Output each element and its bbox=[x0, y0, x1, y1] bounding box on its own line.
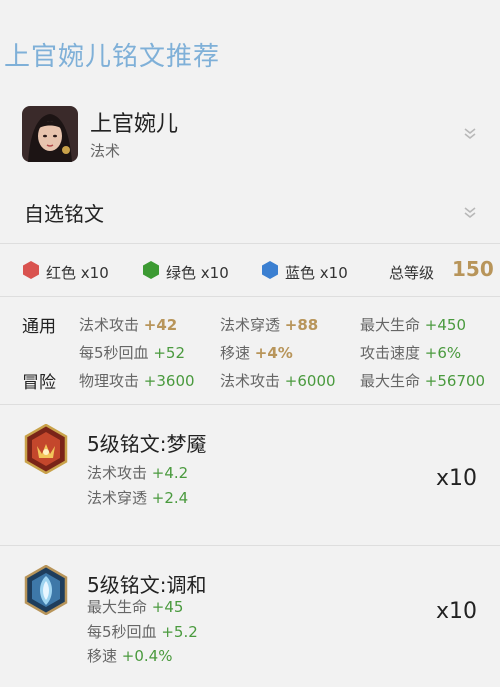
stat-name: 法术攻击 bbox=[220, 372, 281, 390]
color-name: 绿色 bbox=[166, 264, 197, 282]
stat-name: 每5秒回血 bbox=[79, 344, 149, 362]
stat-value: +450 bbox=[424, 316, 466, 334]
chevron-down-icon[interactable] bbox=[462, 204, 478, 220]
blue-hexagon-icon bbox=[262, 261, 278, 279]
color-count: x10 bbox=[200, 264, 229, 282]
attr-name: 法术穿透 bbox=[87, 489, 148, 507]
stat-name: 法术攻击 bbox=[79, 316, 140, 334]
divider bbox=[0, 545, 500, 546]
red-inscription-icon bbox=[24, 424, 68, 474]
inscription-attr: 法术攻击 +4.2 bbox=[87, 462, 188, 483]
stat-name: 移速 bbox=[220, 344, 251, 362]
stat-item: 最大生命 +56700 bbox=[360, 370, 485, 391]
stat-name: 法术穿透 bbox=[220, 316, 281, 334]
stat-value: +3600 bbox=[143, 372, 195, 390]
attr-value: +4.2 bbox=[151, 464, 189, 482]
stat-item: 每5秒回血 +52 bbox=[79, 342, 185, 363]
stat-value: +6% bbox=[424, 344, 462, 362]
stat-value: +42 bbox=[143, 316, 178, 334]
inscription-attr: 最大生命 +45 bbox=[87, 596, 183, 617]
inscription-card[interactable]: 5级铭文:调和 最大生命 +45 每5秒回血 +5.2 移速 +0.4% x10 bbox=[0, 547, 500, 687]
attr-value: +2.4 bbox=[151, 489, 189, 507]
inscription-attr: 法术穿透 +2.4 bbox=[87, 487, 188, 508]
hero-selector[interactable]: 上官婉儿 法术 bbox=[0, 92, 500, 182]
page-title: 上官婉儿铭文推荐 bbox=[4, 42, 221, 72]
stat-name: 最大生命 bbox=[360, 372, 421, 390]
stat-name: 最大生命 bbox=[360, 316, 421, 334]
stat-value: +88 bbox=[284, 316, 319, 334]
red-hexagon-icon bbox=[23, 261, 39, 279]
hero-name: 上官婉儿 bbox=[90, 112, 179, 137]
inscription-count: x10 bbox=[436, 599, 478, 624]
hero-role: 法术 bbox=[90, 142, 121, 160]
inscription-count: x10 bbox=[436, 466, 478, 491]
chevron-down-icon[interactable] bbox=[462, 125, 478, 141]
stat-summary: 通用 冒险 法术攻击 +42 法术穿透 +88 最大生命 +450 每5秒回血 … bbox=[0, 298, 500, 404]
divider bbox=[0, 296, 500, 297]
hero-avatar bbox=[22, 106, 78, 162]
attr-name: 最大生命 bbox=[87, 598, 148, 616]
stat-item: 法术穿透 +88 bbox=[220, 314, 318, 335]
inscription-attr: 每5秒回血 +5.2 bbox=[87, 621, 198, 642]
divider bbox=[0, 404, 500, 405]
select-label: 自选铭文 bbox=[24, 202, 104, 226]
hex-shape bbox=[143, 261, 159, 279]
stat-item: 法术攻击 +42 bbox=[79, 314, 177, 335]
attr-name: 法术攻击 bbox=[87, 464, 148, 482]
stat-item: 物理攻击 +3600 bbox=[79, 370, 195, 391]
inscription-attr: 移速 +0.4% bbox=[87, 645, 172, 666]
green-hexagon-icon bbox=[143, 261, 159, 279]
total-level-label: 总等级 bbox=[389, 264, 435, 282]
stat-item: 法术攻击 +6000 bbox=[220, 370, 336, 391]
color-name: 蓝色 bbox=[285, 264, 316, 282]
color-count: x10 bbox=[319, 264, 348, 282]
stat-value: +4% bbox=[254, 344, 293, 362]
attr-name: 每5秒回血 bbox=[87, 623, 157, 641]
general-label: 通用 bbox=[22, 317, 56, 337]
stat-item: 攻击速度 +6% bbox=[360, 342, 461, 363]
attr-value: +0.4% bbox=[121, 647, 173, 665]
hex-shape bbox=[23, 261, 39, 279]
stat-value: +52 bbox=[153, 344, 185, 362]
stat-item: 最大生命 +450 bbox=[360, 314, 466, 335]
attr-value: +45 bbox=[151, 598, 184, 616]
inscription-name: 5级铭文:梦魇 bbox=[87, 432, 207, 456]
attr-name: 移速 bbox=[87, 647, 118, 665]
color-count: x10 bbox=[80, 264, 109, 282]
color-summary: 红色 x10 绿色 x10 蓝色 x10 总等级 150 bbox=[0, 244, 500, 296]
adventure-label: 冒险 bbox=[22, 373, 56, 393]
inscription-name: 5级铭文:调和 bbox=[87, 573, 207, 597]
custom-inscription-selector[interactable]: 自选铭文 bbox=[0, 182, 500, 242]
stat-item: 移速 +4% bbox=[220, 342, 293, 363]
blue-inscription-icon bbox=[24, 565, 68, 615]
total-level-value: 150 bbox=[452, 257, 494, 281]
stat-value: +6000 bbox=[284, 372, 336, 390]
stat-name: 物理攻击 bbox=[79, 372, 140, 390]
attr-value: +5.2 bbox=[161, 623, 198, 641]
color-name: 红色 bbox=[46, 264, 77, 282]
stat-value: +56700 bbox=[424, 372, 486, 390]
hex-shape bbox=[262, 261, 278, 279]
inscription-card[interactable]: 5级铭文:梦魇 法术攻击 +4.2 法术穿透 +2.4 x10 bbox=[0, 406, 500, 546]
stat-name: 攻击速度 bbox=[360, 344, 421, 362]
